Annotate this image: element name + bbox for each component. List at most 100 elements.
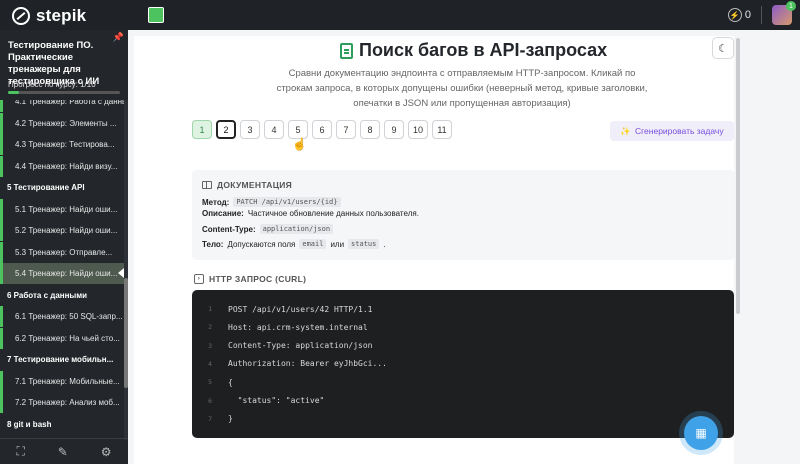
- sidebar-section-header[interactable]: 7 Тестирование мобильн...: [0, 349, 124, 370]
- generate-task-label: Сгенерировать задачу: [635, 126, 724, 136]
- line-text: "status": "active": [228, 396, 325, 405]
- calendar-icon: ▦: [695, 426, 707, 440]
- moon-icon: ☾: [718, 42, 728, 55]
- line-text: Authorization: Bearer eyJhbGci...: [228, 359, 387, 369]
- line-number: 5: [208, 378, 212, 387]
- doc-body-line: Тело: Допускаются поля email или status.: [202, 239, 386, 249]
- doc-method-value: PATCH /api/v1/users/{id}: [233, 197, 341, 207]
- course-progress-fill: [8, 91, 20, 94]
- sidebar-lesson-item[interactable]: 5.4 Тренажер: Найди оши...: [0, 263, 124, 284]
- sidebar-lesson-item[interactable]: 4.4 Тренажер: Найди визу...: [0, 155, 124, 177]
- documentation-header-label: ДОКУМЕНТАЦИЯ: [217, 180, 293, 190]
- pointer-cursor-icon: ☝: [292, 137, 307, 151]
- sidebar-lesson-item[interactable]: 4.2 Тренажер: Элементы ...: [0, 112, 124, 134]
- page-title-row: Поиск багов в API-запросах: [340, 40, 607, 61]
- line-text: }: [228, 414, 233, 424]
- line-number: 2: [208, 323, 212, 332]
- sidebar-footer: ⛶ ✎ ⚙: [0, 438, 128, 464]
- task-button[interactable]: 8: [360, 120, 380, 139]
- sidebar-lesson-item[interactable]: 6.2 Тренажер: На чьей сто...: [0, 327, 124, 349]
- task-button[interactable]: 3: [240, 120, 260, 139]
- table-of-contents: 4.1 Тренажер: Работа с данными4.2 Тренаж…: [0, 100, 124, 440]
- stepik-logo[interactable]: stepik: [12, 6, 86, 26]
- sidebar-section-header[interactable]: 5 Тестирование API: [0, 177, 124, 198]
- top-right-controls: ⚡ 0 1: [727, 1, 796, 25]
- terminal-icon: ›: [194, 274, 204, 284]
- sidebar-lesson-item[interactable]: 5.3 Тренажер: Отправле...: [0, 241, 124, 263]
- energy-icon: ⚡: [727, 8, 742, 22]
- doc-content-type-label: Content-Type:: [202, 224, 256, 234]
- sidebar-section-header[interactable]: 6 Работа с данными: [0, 285, 124, 306]
- documentation-header: ДОКУМЕНТАЦИЯ: [202, 180, 292, 190]
- page-subtitle: Сравни документацию эндпоинта с отправля…: [276, 68, 648, 109]
- top-bar: stepik ⚡ 0 1: [0, 0, 800, 30]
- generate-task-button[interactable]: ✨ Сгенерировать задачу: [610, 121, 734, 141]
- sidebar-lesson-item[interactable]: 6.1 Тренажер: 50 SQL-запр...: [0, 306, 124, 327]
- course-progress-text: Прогресс по курсу: 1/10: [8, 80, 96, 89]
- doc-body-field-email: email: [299, 239, 327, 249]
- task-button[interactable]: 1: [192, 120, 212, 139]
- doc-body-suffix: .: [383, 239, 386, 249]
- score-value: 0: [744, 9, 751, 21]
- request-line[interactable]: 5{: [192, 373, 734, 391]
- settings-gear-icon[interactable]: ⚙: [101, 445, 112, 459]
- sidebar-lesson-item[interactable]: 4.3 Тренажер: Тестирова...: [0, 134, 124, 155]
- doc-description-label: Описание:: [202, 209, 244, 218]
- doc-description-value: Частичное обновление данных пользователя…: [247, 209, 419, 218]
- doc-body-prefix: Допускаются поля: [227, 239, 296, 249]
- request-line[interactable]: 1 POST /api/v1/users/42 HTTP/1.1: [192, 300, 734, 318]
- page-title: Поиск багов в API-запросах: [359, 40, 608, 60]
- floating-action-button[interactable]: ▦: [684, 416, 718, 450]
- fullscreen-icon[interactable]: ⛶: [16, 444, 24, 459]
- line-number: 4: [208, 359, 212, 368]
- line-number: 7: [208, 414, 212, 423]
- doc-description-line: Описание: Частичное обновление данных по…: [202, 209, 419, 218]
- request-line[interactable]: 2 Host: api.crm-system.internal: [192, 318, 734, 336]
- sidebar-section-header[interactable]: 8 git и bash: [0, 414, 124, 435]
- sidebar-lesson-item[interactable]: 5.2 Тренажер: Найди оши...: [0, 220, 124, 241]
- sidebar-lesson-item[interactable]: 4.1 Тренажер: Работа с данными: [0, 100, 124, 112]
- edit-icon[interactable]: ✎: [58, 445, 68, 459]
- task-button[interactable]: 9: [384, 120, 404, 139]
- sidebar-lesson-item[interactable]: 7.1 Тренажер: Мобильные...: [0, 370, 124, 392]
- score-counter[interactable]: ⚡ 0: [727, 8, 751, 22]
- doc-content-type-value: application/json: [259, 224, 334, 234]
- task-button[interactable]: 10: [408, 120, 428, 139]
- task-button[interactable]: 11: [432, 120, 452, 139]
- task-button[interactable]: 4: [264, 120, 284, 139]
- request-line[interactable]: 3 Content-Type: application/json: [192, 337, 734, 355]
- avatar[interactable]: 1: [772, 1, 796, 25]
- logo-text: stepik: [36, 6, 87, 25]
- doc-method-label: Метод:: [202, 197, 230, 207]
- header-divider: [761, 6, 762, 24]
- line-text: {: [228, 377, 233, 387]
- request-line[interactable]: 6 "status": "active": [192, 392, 734, 410]
- line-number: 3: [208, 341, 212, 350]
- task-button[interactable]: 7: [336, 120, 356, 139]
- http-request-code: 1 POST /api/v1/users/42 HTTP/1.1 2 Host: ap…: [192, 290, 734, 438]
- stepik-logo-icon: [12, 7, 30, 25]
- request-line[interactable]: 7}: [192, 410, 734, 428]
- line-number: 1: [208, 305, 212, 313]
- theme-toggle-button[interactable]: ☾: [712, 37, 734, 59]
- task-button[interactable]: 2: [216, 120, 236, 139]
- doc-method-line: Метод: PATCH /api/v1/users/{id}: [202, 197, 341, 207]
- doc-body-label: Тело:: [202, 239, 224, 249]
- notification-badge: 1: [786, 1, 796, 11]
- http-request-header: › HTTP ЗАПРОС (CURL): [194, 274, 306, 284]
- course-sidebar: 📌 Тестирование ПО. Практические тренажер…: [0, 30, 128, 464]
- sparkle-icon: ✨: [620, 125, 631, 136]
- request-line[interactable]: 4 Authorization: Bearer eyJhbGci...: [192, 355, 734, 373]
- main-scrollbar-thumb[interactable]: [736, 38, 740, 314]
- sidebar-lesson-item[interactable]: 7.2 Тренажер: Анализ моб...: [0, 392, 124, 413]
- task-selector: 1 2 3 4 5 6 7 8 9 10 11: [192, 120, 452, 139]
- document-icon: [340, 42, 353, 59]
- step-status-square[interactable]: [148, 7, 164, 23]
- task-button[interactable]: 6: [312, 120, 332, 139]
- course-progress-bar: [8, 91, 120, 94]
- doc-body-field-status: status: [348, 239, 380, 249]
- line-number: 6: [208, 396, 212, 405]
- sidebar-lesson-item[interactable]: 5.1 Тренажер: Найди оши...: [0, 198, 124, 220]
- book-icon: [202, 181, 212, 189]
- line-text: Host: api.crm-system.internal: [228, 322, 368, 332]
